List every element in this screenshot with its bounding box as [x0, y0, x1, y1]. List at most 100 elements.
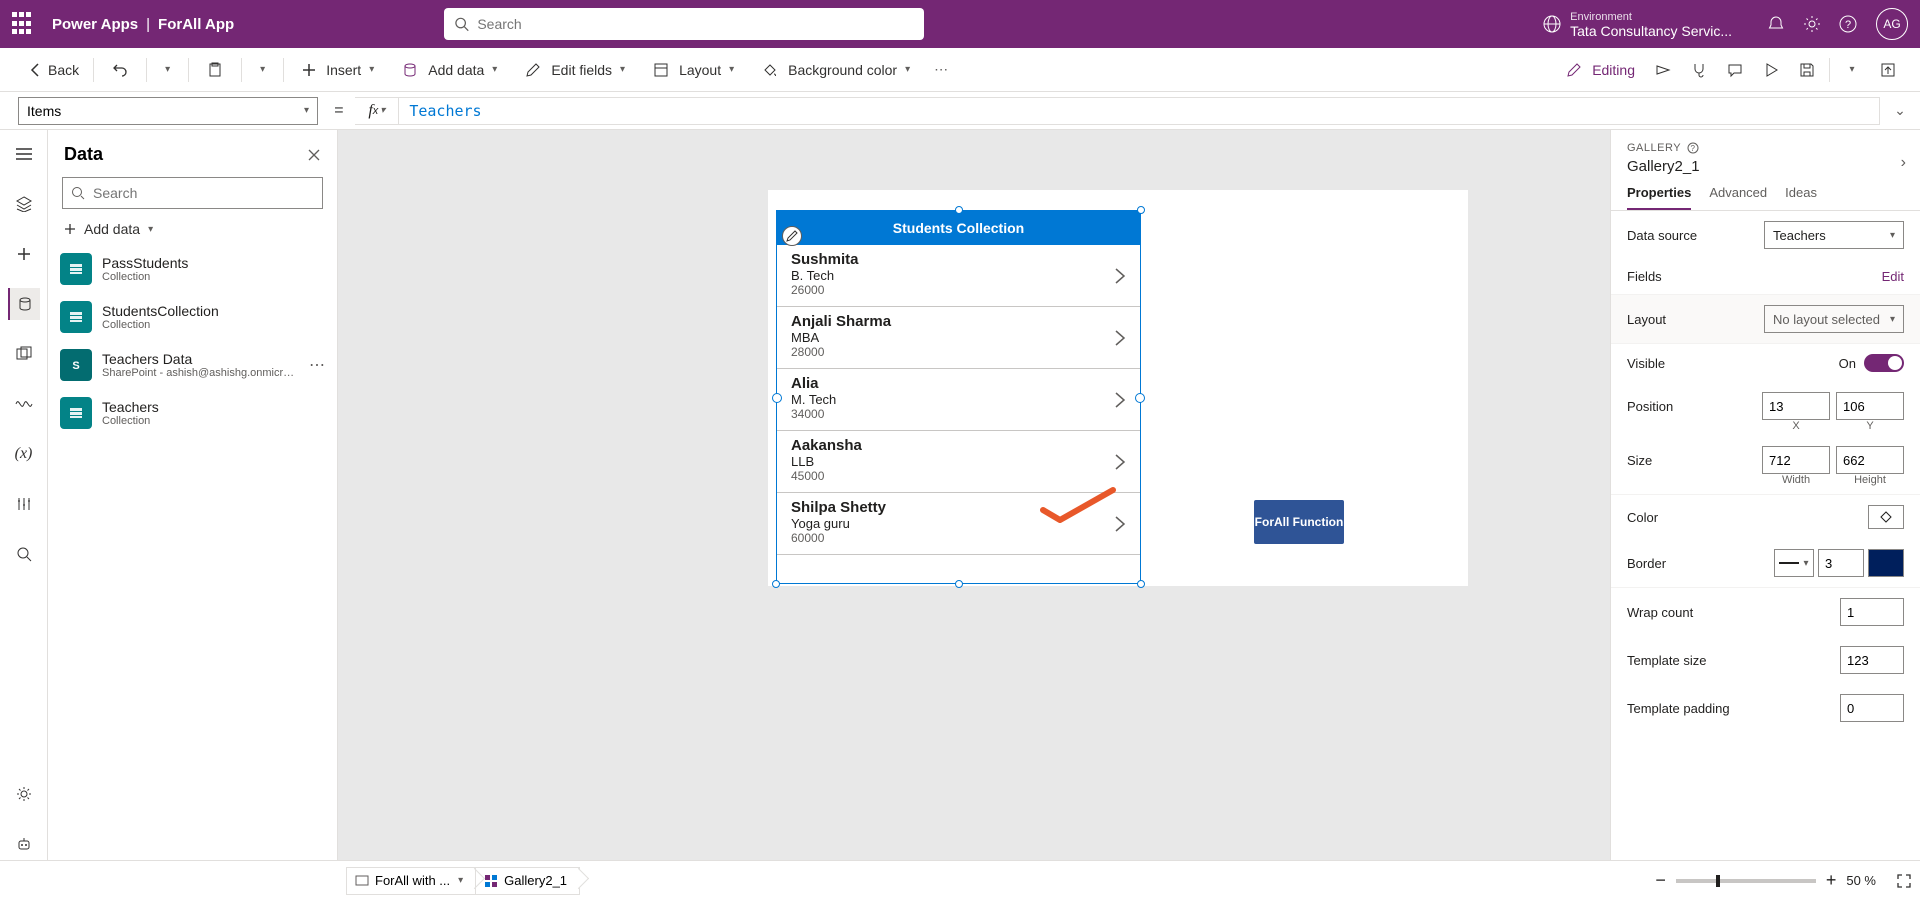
undo-split[interactable]: ▾	[151, 48, 184, 91]
formula-bar: Items▾ = fx▾ Teachers ⌄	[0, 92, 1920, 130]
paste-split[interactable]: ▾	[246, 48, 279, 91]
zoom-slider[interactable]	[1676, 879, 1816, 883]
chevron-right-icon[interactable]	[1114, 453, 1126, 471]
add-data-link[interactable]: Add data ▾	[48, 213, 337, 245]
forall-function-button[interactable]: ForAll Function	[1254, 500, 1344, 544]
rail-flows[interactable]	[8, 388, 40, 420]
gallery-item[interactable]: Aakansha LLB 45000	[777, 431, 1140, 493]
layout-dropdown[interactable]: No layout selected▾	[1764, 305, 1904, 333]
edit-fields-link[interactable]: Edit	[1882, 269, 1904, 284]
gallery-item[interactable]: Sushmita B. Tech 26000	[777, 245, 1140, 307]
property-selector[interactable]: Items▾	[18, 97, 318, 125]
template-padding-input[interactable]	[1840, 694, 1904, 722]
tab-properties[interactable]: Properties	[1627, 185, 1691, 210]
settings-button[interactable]	[1796, 8, 1828, 40]
expand-panel-button[interactable]: ›	[1901, 154, 1906, 172]
rail-tree-view[interactable]	[8, 138, 40, 170]
rail-data[interactable]	[8, 288, 40, 320]
preview-button[interactable]	[1753, 52, 1789, 88]
border-width-input[interactable]	[1818, 549, 1864, 577]
rail-variables[interactable]: (x)	[8, 438, 40, 470]
data-search[interactable]	[62, 177, 323, 209]
layout-button[interactable]: Layout ▾	[639, 48, 748, 91]
user-avatar[interactable]: AG	[1876, 8, 1908, 40]
tab-advanced[interactable]: Advanced	[1709, 185, 1767, 210]
info-icon[interactable]: ?	[1687, 142, 1699, 154]
chevron-right-icon[interactable]	[1114, 391, 1126, 409]
insert-button[interactable]: Insert ▾	[288, 48, 388, 91]
rail-search[interactable]	[8, 538, 40, 570]
rail-settings[interactable]	[8, 778, 40, 810]
hamburger-icon	[15, 147, 33, 161]
rail-tools[interactable]	[8, 488, 40, 520]
gallery-item[interactable]: Alia M. Tech 34000	[777, 369, 1140, 431]
position-x-input[interactable]	[1762, 392, 1830, 420]
breadcrumb-control[interactable]: Gallery2_1	[475, 867, 580, 895]
overflow-button[interactable]: ⋯	[924, 48, 958, 91]
search-icon	[16, 546, 32, 562]
undo-button[interactable]	[98, 48, 142, 91]
close-icon[interactable]	[307, 148, 321, 162]
rail-insert[interactable]	[8, 188, 40, 220]
share-button[interactable]	[1645, 52, 1681, 88]
zoom-in-button[interactable]: +	[1826, 870, 1837, 891]
publish-button[interactable]	[1870, 52, 1906, 88]
wrap-count-input[interactable]	[1840, 598, 1904, 626]
data-source-item[interactable]: TeachersCollection	[48, 389, 337, 437]
rail-add[interactable]	[8, 238, 40, 270]
template-size-input[interactable]	[1840, 646, 1904, 674]
environment-picker[interactable]: Environment Tata Consultancy Servic...	[1570, 10, 1732, 38]
data-source-dropdown[interactable]: Teachers▾	[1764, 221, 1904, 249]
save-button[interactable]	[1789, 52, 1825, 88]
rail-media[interactable]	[8, 338, 40, 370]
back-button[interactable]: Back	[14, 48, 89, 91]
data-source-item[interactable]: STeachers DataSharePoint - ashish@ashish…	[48, 341, 337, 389]
save-split[interactable]: ▾	[1834, 52, 1870, 88]
gallery-item[interactable]: Shilpa Shetty Yoga guru 60000	[777, 493, 1140, 555]
gallery-item[interactable]: Anjali Sharma MBA 28000	[777, 307, 1140, 369]
fx-button[interactable]: fx▾	[355, 97, 399, 125]
color-picker[interactable]	[1868, 505, 1904, 529]
prop-template-padding: Template padding	[1611, 684, 1920, 732]
control-name[interactable]: Gallery2_1	[1627, 158, 1904, 175]
paste-button[interactable]	[193, 48, 237, 91]
formula-input[interactable]: Teachers	[399, 97, 1880, 125]
chevron-right-icon[interactable]	[1114, 515, 1126, 533]
rail-virtual-agent[interactable]	[8, 828, 40, 860]
data-search-input[interactable]	[93, 185, 314, 201]
visible-toggle[interactable]	[1864, 354, 1904, 372]
zoom-out-button[interactable]: −	[1655, 870, 1666, 891]
data-source-item[interactable]: PassStudentsCollection	[48, 245, 337, 293]
position-y-input[interactable]	[1836, 392, 1904, 420]
paint-bucket-icon	[762, 62, 778, 78]
prop-data-source: Data source Teachers▾	[1611, 211, 1920, 259]
canvas-area[interactable]: Students Collection Sushmita B. Tech 260…	[338, 130, 1610, 860]
gear-icon	[16, 786, 32, 802]
data-source-item[interactable]: StudentsCollectionCollection	[48, 293, 337, 341]
fit-to-screen-icon[interactable]	[1896, 873, 1912, 889]
help-button[interactable]: ?	[1832, 8, 1864, 40]
global-search[interactable]	[444, 8, 924, 40]
breadcrumb-screen[interactable]: ForAll with ... ▾	[346, 867, 476, 895]
comments-button[interactable]	[1717, 52, 1753, 88]
chevron-right-icon[interactable]	[1114, 267, 1126, 285]
command-bar: Back ▾ ▾ Insert ▾ Add data ▾ Edit fields…	[0, 48, 1920, 92]
tab-ideas[interactable]: Ideas	[1785, 185, 1817, 210]
chevron-right-icon[interactable]	[1114, 329, 1126, 347]
expand-formula-button[interactable]: ⌄	[1880, 102, 1920, 119]
size-height-input[interactable]	[1836, 446, 1904, 474]
app-launcher-icon[interactable]	[12, 12, 36, 36]
global-search-input[interactable]	[477, 16, 914, 32]
size-width-input[interactable]	[1762, 446, 1830, 474]
editing-mode-button[interactable]: Editing	[1552, 62, 1645, 78]
gallery-control[interactable]: Students Collection Sushmita B. Tech 260…	[776, 210, 1141, 584]
more-icon[interactable]: ⋯	[309, 355, 325, 375]
background-color-button[interactable]: Background color ▾	[748, 48, 924, 91]
border-color-picker[interactable]	[1868, 549, 1904, 577]
edit-fields-button[interactable]: Edit fields ▾	[511, 48, 639, 91]
border-style-dropdown[interactable]: ▾	[1774, 549, 1814, 577]
add-data-button[interactable]: Add data ▾	[388, 48, 511, 91]
app-checker-button[interactable]	[1681, 52, 1717, 88]
notifications-button[interactable]	[1760, 8, 1792, 40]
edit-gallery-button[interactable]	[782, 226, 802, 246]
